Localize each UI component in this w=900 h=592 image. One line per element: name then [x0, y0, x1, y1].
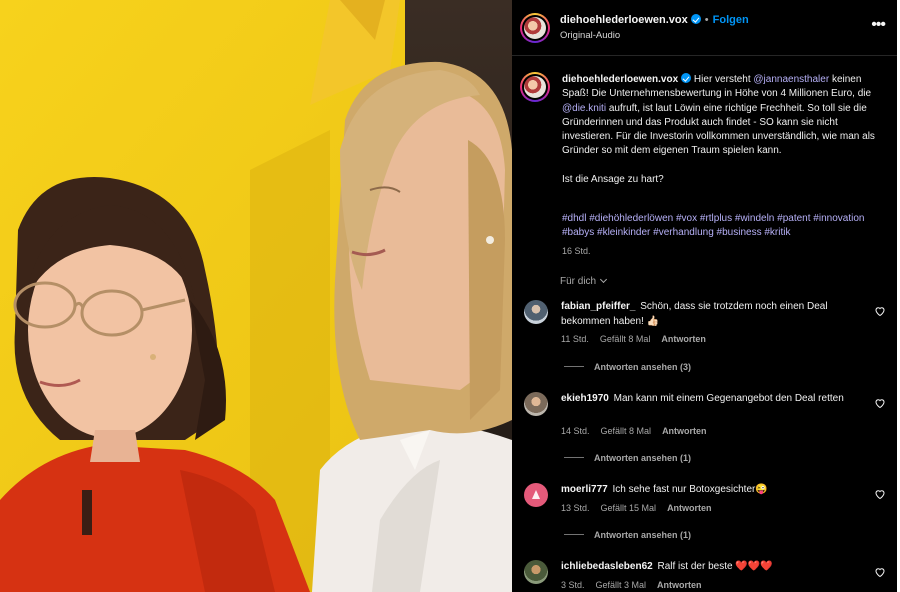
default-avatar-icon — [532, 490, 540, 499]
separator-dot: • — [704, 14, 709, 26]
caption-question: Ist die Ansage zu hart? — [562, 174, 664, 186]
author-username[interactable]: diehoehlederloewen.vox — [560, 14, 688, 26]
comment-meta: 11 Std. Gefällt 8 Mal Antworten — [561, 334, 717, 344]
comment-meta: 13 Std. Gefällt 15 Mal Antworten — [561, 503, 723, 513]
caption-text: diehoehlederloewen.vox Hier versteht @ja… — [562, 73, 887, 187]
comment-meta: 14 Std. Gefällt 8 Mal Antworten — [561, 426, 718, 436]
commenter-avatar[interactable] — [524, 560, 548, 584]
comment-likes[interactable]: Gefällt 8 Mal — [600, 334, 651, 344]
reply-button[interactable]: Antworten — [657, 580, 702, 590]
comment-text: fabian_pfeiffer_ Schön, dass sie trotzde… — [561, 300, 861, 329]
view-replies-label: Antworten ansehen (1) — [594, 530, 692, 540]
commenter-username[interactable]: moerli777 — [561, 484, 608, 495]
commenter-username[interactable]: ichliebedasleben62 — [561, 561, 653, 572]
author-avatar[interactable] — [520, 13, 550, 43]
comment-time: 14 Std. — [561, 426, 590, 436]
comment-content: Ralf ist der beste ❤️❤️❤️ — [657, 561, 773, 572]
reply-button[interactable]: Antworten — [667, 503, 712, 513]
commenter-avatar[interactable] — [524, 392, 548, 416]
comment-time: 13 Std. — [561, 503, 590, 513]
commenter-avatar[interactable] — [524, 483, 548, 507]
comment-content: Man kann mit einem Gegenangebot den Deal… — [613, 393, 844, 404]
post-sidebar: diehoehlederloewen.vox • Folgen Original-A… — [512, 0, 897, 592]
commenter-username[interactable]: ekieh1970 — [561, 393, 609, 404]
heart-icon[interactable] — [874, 397, 886, 409]
follow-button[interactable]: Folgen — [713, 14, 749, 26]
commenter-avatar[interactable] — [524, 300, 548, 324]
verified-badge-icon — [690, 14, 701, 24]
caption-segment: Hier versteht — [691, 74, 754, 85]
video-still-illustration — [0, 0, 512, 592]
heart-icon[interactable] — [874, 488, 886, 500]
view-replies-button[interactable]: Antworten ansehen (3) — [564, 362, 691, 372]
view-replies-button[interactable]: Antworten ansehen (1) — [564, 453, 691, 463]
reply-button[interactable]: Antworten — [662, 426, 707, 436]
comment-text: ekieh1970 Man kann mit einem Gegenangebo… — [561, 392, 861, 407]
view-replies-label: Antworten ansehen (3) — [594, 362, 692, 372]
heart-icon[interactable] — [874, 305, 886, 317]
comment-text: ichliebedasleben62 Ralf ist der beste ❤️… — [561, 560, 861, 575]
post-header: diehoehlederloewen.vox • Folgen Original-A… — [512, 0, 897, 56]
caption-avatar[interactable] — [520, 72, 550, 102]
commenter-username[interactable]: fabian_pfeiffer_ — [561, 301, 635, 312]
caption-hashtags[interactable]: #dhdl #diehöhlederlöwen #vox #rtlplus #w… — [562, 212, 887, 241]
chevron-down-icon — [600, 275, 608, 284]
comment-time: 3 Std. — [561, 580, 585, 590]
audio-label[interactable]: Original-Audio — [560, 30, 620, 41]
caption-segment: aufruft, ist laut Löwin eine richtige Fr… — [562, 102, 875, 157]
comment-text: moerli777 Ich sehe fast nur Botoxgesicht… — [561, 483, 861, 498]
comment-likes[interactable]: Gefällt 15 Mal — [601, 503, 657, 513]
view-replies-button[interactable]: Antworten ansehen (1) — [564, 530, 691, 540]
heart-icon[interactable] — [874, 566, 886, 578]
comment-likes[interactable]: Gefällt 8 Mal — [601, 426, 652, 436]
more-options-icon[interactable]: ••• — [871, 16, 886, 34]
caption-username[interactable]: diehoehlederloewen.vox — [562, 74, 678, 85]
caption-timestamp: 16 Std. — [562, 246, 591, 256]
comment-sort-dropdown[interactable]: Für dich — [560, 275, 608, 287]
reply-button[interactable]: Antworten — [661, 334, 706, 344]
video-frame[interactable] — [0, 0, 512, 592]
comment-meta: 3 Std. Gefällt 3 Mal Antworten — [561, 580, 713, 590]
mention-link[interactable]: @jannaensthaler — [753, 74, 829, 85]
comment-content: Ich sehe fast nur Botoxgesichter😜 — [612, 484, 768, 495]
view-replies-label: Antworten ansehen (1) — [594, 453, 692, 463]
mention-link[interactable]: @die.kniti — [562, 103, 606, 114]
comment-time: 11 Std. — [561, 334, 589, 344]
verified-badge-icon — [681, 73, 692, 83]
comment-likes[interactable]: Gefällt 3 Mal — [596, 580, 647, 590]
sort-label: Für dich — [560, 276, 597, 287]
